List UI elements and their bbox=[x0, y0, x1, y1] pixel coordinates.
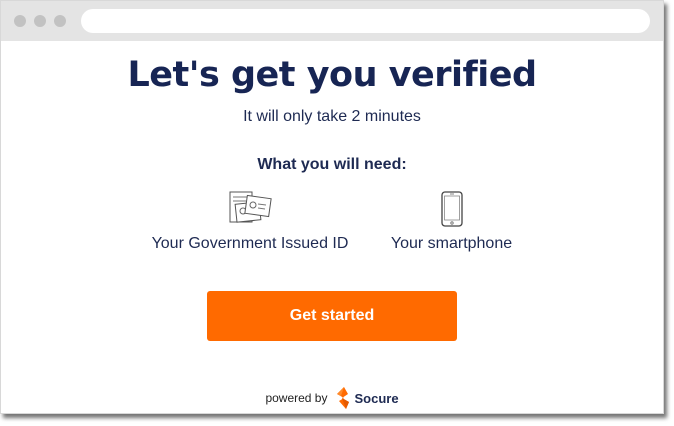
window-dot-icon[interactable] bbox=[54, 15, 66, 27]
get-started-button[interactable]: Get started bbox=[207, 291, 457, 341]
address-bar[interactable] bbox=[81, 9, 650, 33]
window-dot-icon[interactable] bbox=[14, 15, 26, 27]
browser-titlebar bbox=[1, 1, 663, 41]
brand-name: Socure bbox=[354, 390, 399, 406]
requirement-government-id: Your Government Issued ID bbox=[141, 191, 359, 253]
powered-by-label: powered by bbox=[265, 391, 328, 405]
requirement-smartphone: Your smartphone bbox=[379, 191, 524, 253]
id-cards-icon bbox=[229, 191, 272, 223]
requirement-label: Your Government Issued ID bbox=[151, 235, 349, 252]
page-subtitle: It will only take 2 minutes bbox=[243, 108, 421, 125]
verification-page: Let's get you verified It will only take… bbox=[1, 41, 663, 413]
smartphone-icon bbox=[440, 191, 463, 227]
window-dot-icon[interactable] bbox=[34, 15, 46, 27]
socure-brand[interactable]: Socure bbox=[335, 387, 399, 409]
browser-window: Let's get you verified It will only take… bbox=[0, 0, 664, 414]
requirement-label: Your smartphone bbox=[390, 235, 513, 252]
socure-logo-icon bbox=[337, 387, 350, 409]
requirements-heading: What you will need: bbox=[257, 156, 407, 173]
powered-by-footer: powered by Socure bbox=[1, 387, 663, 409]
page-title: Let's get you verified bbox=[127, 55, 538, 95]
